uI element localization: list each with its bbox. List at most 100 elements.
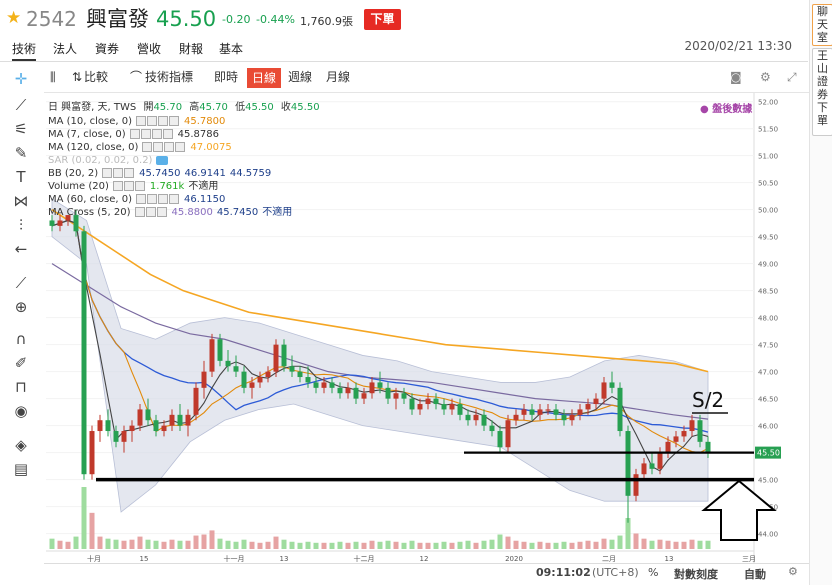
tab-basic[interactable]: 基本 <box>219 40 243 57</box>
tab-technical[interactable]: 技術 <box>12 40 37 61</box>
trash-icon[interactable]: ▤ <box>9 458 33 480</box>
price-axis-bg <box>754 93 809 563</box>
footer-tz: (UTC+8) <box>592 566 639 579</box>
candle-type-icon[interactable]: ⫼ <box>50 69 56 85</box>
fork-icon[interactable]: ⫶ <box>9 214 33 236</box>
volume-bar <box>585 540 591 549</box>
fib-icon[interactable]: ⚟ <box>9 118 33 140</box>
candle-body <box>497 431 503 448</box>
chart-footer: 09:11:02 (UTC+8) % 對數刻度 自動 ⚙ <box>44 563 809 584</box>
eye-icon[interactable]: ◉ <box>9 400 33 422</box>
volume-bar <box>313 542 319 549</box>
magnet-icon[interactable]: ∩ <box>9 328 33 350</box>
price-tick-label: 49.50 <box>758 234 778 242</box>
legend-high: 45.70 <box>199 102 228 113</box>
percent-toggle[interactable]: % <box>648 566 658 579</box>
candle-body <box>465 414 471 421</box>
legend-close: 45.50 <box>290 102 320 113</box>
crosshair-icon[interactable]: ✛ <box>9 68 33 90</box>
volume-bar <box>465 540 471 549</box>
text-icon[interactable]: T <box>9 166 33 188</box>
unlock-icon[interactable]: ⊓ <box>9 376 33 398</box>
settings-icon[interactable]: ⚙ <box>760 69 771 85</box>
legend-macross-na: 不適用 <box>262 207 293 218</box>
tab-institutional[interactable]: 法人 <box>53 40 77 57</box>
fullscreen-icon[interactable]: ⤢ <box>787 69 797 85</box>
candle-body <box>601 382 607 399</box>
bollinger-band <box>51 198 709 513</box>
legend-low-label: 低 <box>235 102 246 113</box>
intraday-button[interactable]: 即時 <box>214 69 238 85</box>
candle-body <box>137 409 143 426</box>
candle-body <box>449 404 455 410</box>
compare-button[interactable]: 比較 <box>84 69 108 85</box>
price-tick-label: 46.50 <box>758 396 778 404</box>
broker-order-button[interactable]: 王山證券下單 <box>812 48 832 136</box>
candle-body <box>369 382 375 394</box>
volume-bar <box>321 542 327 549</box>
volume-bar <box>169 539 175 549</box>
camera-icon[interactable]: ◙ <box>730 69 742 85</box>
volume-bar <box>57 540 63 549</box>
legend-macross-v2: 45.7450 <box>216 207 259 218</box>
volume-bar <box>705 540 711 549</box>
volume-bar <box>449 542 455 549</box>
candle-body <box>161 425 167 432</box>
legend-ma120-value: 47.0075 <box>190 142 232 153</box>
time-tick-label: 2020 <box>505 555 523 563</box>
candle-body <box>49 220 55 226</box>
candle-body <box>305 377 311 383</box>
visibility-toggle-icon[interactable] <box>156 155 169 165</box>
stock-name: 興富發 <box>86 7 149 31</box>
legend-open: 45.70 <box>153 102 183 113</box>
line-icon[interactable]: ⟋ <box>9 94 33 116</box>
tab-financials[interactable]: 財報 <box>179 40 203 57</box>
auto-scale-toggle[interactable]: 自動 <box>744 566 766 582</box>
candle-body <box>329 382 335 388</box>
zoom-icon[interactable]: ⊕ <box>9 296 33 318</box>
legend-ma120: MA (120, close, 0) <box>48 142 139 153</box>
candle-body <box>521 409 527 415</box>
volume-bar <box>481 540 487 549</box>
candle-body <box>361 393 367 399</box>
after-hours-link[interactable]: ● 盤後數據 <box>700 104 756 116</box>
candle-body <box>593 398 599 405</box>
volume-bar <box>401 542 407 549</box>
ruler-icon[interactable]: ⟋ <box>9 272 33 294</box>
volume-bar <box>97 536 103 549</box>
pattern-icon[interactable]: ⋈ <box>9 190 33 212</box>
candle-body <box>257 377 263 383</box>
volume-bar <box>193 535 199 549</box>
volume-bar <box>665 540 671 549</box>
volume-bar <box>561 541 567 549</box>
star-icon[interactable]: ★ <box>6 8 21 28</box>
back-icon[interactable]: ← <box>9 238 33 260</box>
monthly-button[interactable]: 月線 <box>326 69 350 85</box>
time-tick-label: 三月 <box>742 555 756 563</box>
footer-settings-icon[interactable]: ⚙ <box>788 565 798 578</box>
volume-bar <box>137 536 143 549</box>
candle-body <box>57 220 63 226</box>
log-scale-toggle[interactable]: 對數刻度 <box>674 566 718 582</box>
daily-button[interactable]: 日線 <box>247 68 282 88</box>
lock-draw-icon[interactable]: ✐ <box>9 352 33 374</box>
legend-macross-v1: 45.8800 <box>171 207 213 218</box>
chat-room-button[interactable]: 聊天室 <box>812 4 832 46</box>
candle-body <box>321 382 327 388</box>
last-price-tag-label: 45.50 <box>757 449 780 458</box>
time-tick-label: 12 <box>420 555 429 563</box>
weekly-button[interactable]: 週線 <box>288 69 312 85</box>
tab-revenue[interactable]: 營收 <box>137 40 161 57</box>
price-tick-label: 47.50 <box>758 342 778 350</box>
indicators-button[interactable]: 技術指標 <box>145 69 193 85</box>
brush-icon[interactable]: ✎ <box>9 142 33 164</box>
legend-open-label: 開 <box>143 102 154 113</box>
volume-bar <box>329 542 335 549</box>
layers-icon[interactable]: ◈ <box>9 434 33 456</box>
candle-body <box>249 382 255 388</box>
volume-bar <box>457 541 463 549</box>
time-tick-label: 十一月 <box>224 554 245 563</box>
candle-body <box>281 344 287 367</box>
order-button[interactable]: 下單 <box>364 9 401 30</box>
tab-margin[interactable]: 資券 <box>95 40 119 57</box>
